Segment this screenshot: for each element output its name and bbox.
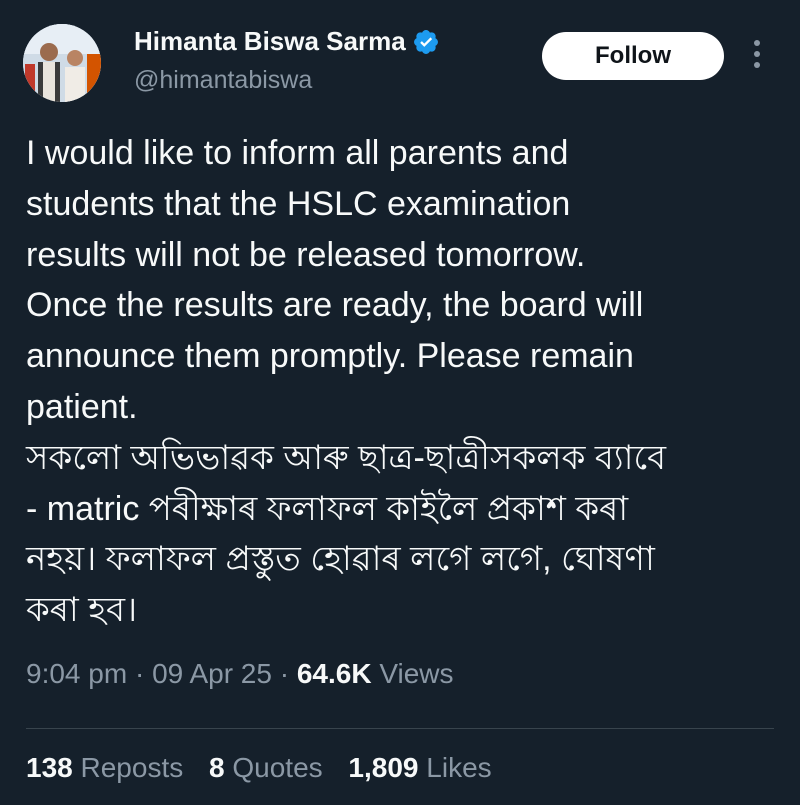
tweet-line: নহয়। ফলাফল প্ৰস্তুত হোৱাৰ লগে লগে, ঘোষণ… xyxy=(26,540,655,579)
tweet-time[interactable]: 9:04 pm xyxy=(26,658,127,689)
tweet-line: Once the results are ready, the board wi… xyxy=(26,286,644,325)
engagement-stats: 138 Reposts 8 Quotes 1,809 Likes xyxy=(26,752,510,784)
tweet-line: announce them promptly. Please remain xyxy=(26,337,634,376)
avatar[interactable] xyxy=(23,24,101,102)
likes-count: 1,809 xyxy=(348,752,419,783)
tweet-line: students that the HSLC examination xyxy=(26,184,571,223)
reposts-count: 138 xyxy=(26,752,73,783)
likes-stat[interactable]: 1,809 Likes xyxy=(348,752,491,783)
reposts-stat[interactable]: 138 Reposts xyxy=(26,752,191,783)
tweet-line: I would like to inform all parents and xyxy=(26,134,569,172)
quotes-stat[interactable]: 8 Quotes xyxy=(209,752,330,783)
tweet-meta: 9:04 pm · 09 Apr 25 · 64.6K Views xyxy=(26,658,454,690)
verified-badge-icon xyxy=(413,29,438,54)
tweet-line: results will not be released tomorrow. xyxy=(26,235,586,274)
likes-label: Likes xyxy=(426,752,492,783)
reposts-label: Reposts xyxy=(80,752,184,783)
author-name[interactable]: Himanta Biswa Sarma xyxy=(134,26,406,57)
more-options-icon[interactable] xyxy=(750,40,764,72)
tweet-line: সকলো অভিভাৱক আৰু ছাত্ৰ-ছাত্ৰীসকলক ব্যাবে xyxy=(26,438,667,477)
tweet-line: patient. xyxy=(26,387,138,426)
tweet-line: কৰা হব। xyxy=(26,591,138,630)
separator-dot: · xyxy=(134,658,153,689)
follow-button[interactable]: Follow xyxy=(542,32,724,80)
views-count: 64.6K xyxy=(296,658,372,689)
tweet-line: - matric পৰীক্ষাৰ ফলাফল কাইলৈ প্ৰকাশ কৰা xyxy=(26,489,629,528)
tweet-date[interactable]: 09 Apr 25 xyxy=(152,658,272,689)
author-handle[interactable]: @himantabiswa xyxy=(134,66,312,95)
quotes-count: 8 xyxy=(209,752,225,783)
avatar-photo xyxy=(23,24,101,102)
separator-dot: · xyxy=(279,658,297,689)
tweet-text: I would like to inform all parents and s… xyxy=(26,128,776,636)
quotes-label: Quotes xyxy=(232,752,323,783)
views-label: Views xyxy=(379,658,454,689)
divider xyxy=(26,728,774,729)
